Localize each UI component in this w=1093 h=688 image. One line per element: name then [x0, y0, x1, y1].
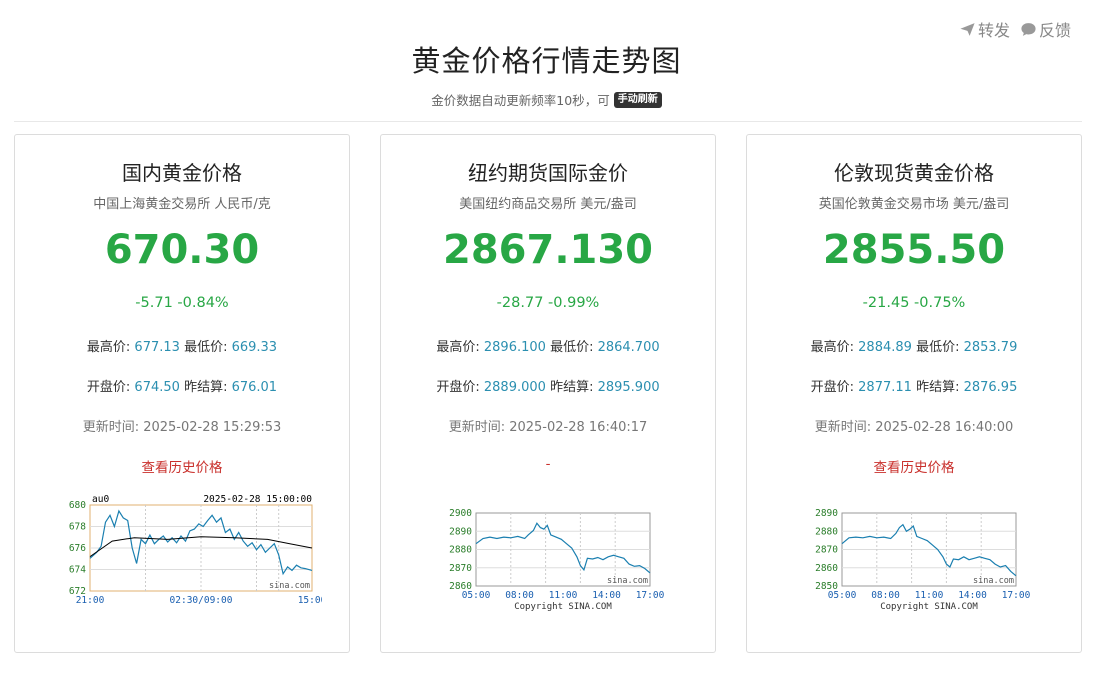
- high-low-row: 最高价: 677.13 最低价: 669.33: [15, 336, 349, 355]
- card-title: 国内黄金价格: [122, 161, 242, 185]
- high-label: 最高价:: [810, 340, 855, 355]
- x-tick-label: 17:00: [1002, 590, 1031, 601]
- current-price: 2867.130: [442, 227, 654, 273]
- card-subtitle: 美国纽约商品交易所 美元/盎司: [459, 197, 637, 212]
- y-tick-label: 2860: [815, 563, 838, 574]
- y-tick-label: 680: [69, 500, 86, 511]
- open-label: 开盘价:: [810, 380, 855, 395]
- open-value: 2877.11: [858, 380, 912, 395]
- price-change: -5.71 -0.84%: [135, 295, 229, 311]
- card-london-spot-gold: 伦敦现货黄金价格 英国伦敦黄金交易市场 美元/盎司 2855.50 -21.45…: [746, 134, 1082, 653]
- chart-watermark: sina.com: [269, 581, 310, 591]
- low-value: 2864.700: [597, 340, 660, 355]
- open-label: 开盘价:: [86, 380, 131, 395]
- open-label: 开盘价:: [436, 380, 480, 395]
- card-subtitle: 英国伦敦黄金交易市场 美元/盎司: [818, 197, 1010, 212]
- chart-copyright: Copyright SINA.COM: [514, 602, 612, 612]
- refresh-note: 金价数据自动更新频率10秒，可: [431, 93, 610, 108]
- chart-symbol: au0: [92, 494, 109, 505]
- y-tick-label: 2870: [449, 563, 472, 574]
- y-tick-label: 676: [69, 543, 86, 554]
- open-prev-row: 开盘价: 2889.000 昨结算: 2895.900: [381, 376, 715, 395]
- x-tick-label: 14:00: [592, 590, 621, 601]
- high-label: 最高价:: [436, 340, 480, 355]
- intraday-chart: 68067867667467221:0002:30/09:0015:00au02…: [15, 491, 349, 616]
- open-prev-row: 开盘价: 2877.11 昨结算: 2876.95: [747, 376, 1081, 395]
- chart-datetime: 2025-02-28 15:00:00: [203, 494, 312, 505]
- low-label: 最低价:: [916, 340, 960, 355]
- y-tick-label: 2900: [449, 508, 472, 519]
- x-tick-label: 08:00: [505, 590, 534, 601]
- card-domestic-gold: 国内黄金价格 中国上海黄金交易所 人民币/克 670.30 -5.71 -0.8…: [14, 134, 350, 653]
- high-low-row: 最高价: 2884.89 最低价: 2853.79: [747, 336, 1081, 355]
- page-header: 黄金价格行情走势图 金价数据自动更新频率10秒，可 手动刷新: [0, 38, 1093, 109]
- low-value: 669.33: [231, 340, 278, 355]
- y-tick-label: 2870: [815, 545, 838, 556]
- high-value: 2884.89: [858, 340, 912, 355]
- chart-svg: 2890288028702860285005:00 08:00 11:00 14:00…: [815, 508, 1031, 612]
- x-tick-label: 02:30/09:00: [170, 595, 233, 606]
- x-tick-label: 21:00: [76, 595, 105, 606]
- open-prev-row: 开盘价: 674.50 昨结算: 676.01: [15, 376, 349, 395]
- chart-watermark: sina.com: [607, 576, 648, 586]
- y-tick-label: 2890: [449, 526, 472, 537]
- prev-settle-label: 昨结算:: [550, 380, 594, 395]
- x-tick-label: 11:00: [549, 590, 578, 601]
- chart-svg: 68067867667467221:0002:30/09:0015:00au02…: [69, 494, 322, 606]
- history-link[interactable]: -: [381, 456, 715, 472]
- card-title: 纽约期货国际金价: [468, 161, 628, 185]
- low-value: 2853.79: [963, 340, 1018, 355]
- update-time: 更新时间: 2025-02-28 15:29:53: [82, 420, 282, 435]
- speech-bubble-icon: [1021, 22, 1036, 36]
- current-price: 2855.50: [822, 227, 1006, 273]
- page-subtitle: 金价数据自动更新频率10秒，可 手动刷新: [0, 90, 1093, 109]
- open-value: 2889.000: [483, 380, 546, 395]
- price-change: -21.45 -0.75%: [862, 295, 966, 311]
- chart-svg: 2900289028802870286005:00 08:00 11:00 14:00…: [449, 508, 665, 612]
- price-change: -28.77 -0.99%: [496, 295, 600, 311]
- intraday-chart: 2900 2890 2880 2870 2860 05:00 08:00 11:00 14:00…: [381, 505, 715, 615]
- open-value: 674.50: [134, 380, 180, 395]
- y-tick-label: 2880: [449, 545, 472, 556]
- chart-watermark: sina.com: [973, 576, 1014, 586]
- header-divider: [14, 121, 1082, 122]
- high-label: 最高价:: [86, 340, 131, 355]
- history-link[interactable]: 查看历史价格: [15, 456, 349, 476]
- update-time: 更新时间: 2025-02-28 16:40:00: [814, 420, 1014, 435]
- card-title: 伦敦现货黄金价格: [834, 161, 994, 185]
- prev-settle-value: 2895.900: [597, 380, 660, 395]
- card-ny-futures-gold: 纽约期货国际金价 美国纽约商品交易所 美元/盎司 2867.130 -28.77…: [380, 134, 716, 653]
- low-label: 最低价:: [550, 340, 594, 355]
- x-tick-label: 05:00: [828, 590, 857, 601]
- x-tick-label: 17:00: [636, 590, 665, 601]
- high-value: 677.13: [134, 340, 180, 355]
- x-tick-label: 05:00: [462, 590, 491, 601]
- prev-settle-label: 昨结算:: [916, 380, 960, 395]
- intraday-chart: 2890 2880 2870 2860 2850 05:00 08:00 11:00 14:00…: [747, 505, 1081, 615]
- prev-settle-value: 676.01: [231, 380, 278, 395]
- prev-settle-value: 2876.95: [963, 380, 1018, 395]
- x-tick-label: 14:00: [958, 590, 987, 601]
- paper-plane-icon: [960, 22, 975, 36]
- x-tick-label: 15:00: [298, 595, 322, 606]
- y-tick-label: 678: [69, 522, 86, 533]
- y-tick-label: 2890: [815, 508, 838, 519]
- x-tick-label: 11:00: [915, 590, 944, 601]
- high-low-row: 最高价: 2896.100 最低价: 2864.700: [381, 336, 715, 355]
- y-tick-label: 674: [69, 565, 86, 576]
- prev-settle-label: 昨结算:: [184, 380, 228, 395]
- page-title: 黄金价格行情走势图: [411, 44, 682, 78]
- y-tick-label: 2880: [815, 526, 838, 537]
- x-tick-label: 08:00: [871, 590, 900, 601]
- high-value: 2896.100: [483, 340, 546, 355]
- chart-copyright: Copyright SINA.COM: [880, 602, 978, 612]
- card-subtitle: 中国上海黄金交易所 人民币/克: [93, 197, 271, 212]
- current-price: 670.30: [104, 227, 260, 273]
- history-link[interactable]: 查看历史价格: [747, 456, 1081, 476]
- low-label: 最低价:: [184, 340, 228, 355]
- manual-refresh-button[interactable]: 手动刷新: [613, 91, 662, 108]
- update-time: 更新时间: 2025-02-28 16:40:17: [448, 420, 648, 435]
